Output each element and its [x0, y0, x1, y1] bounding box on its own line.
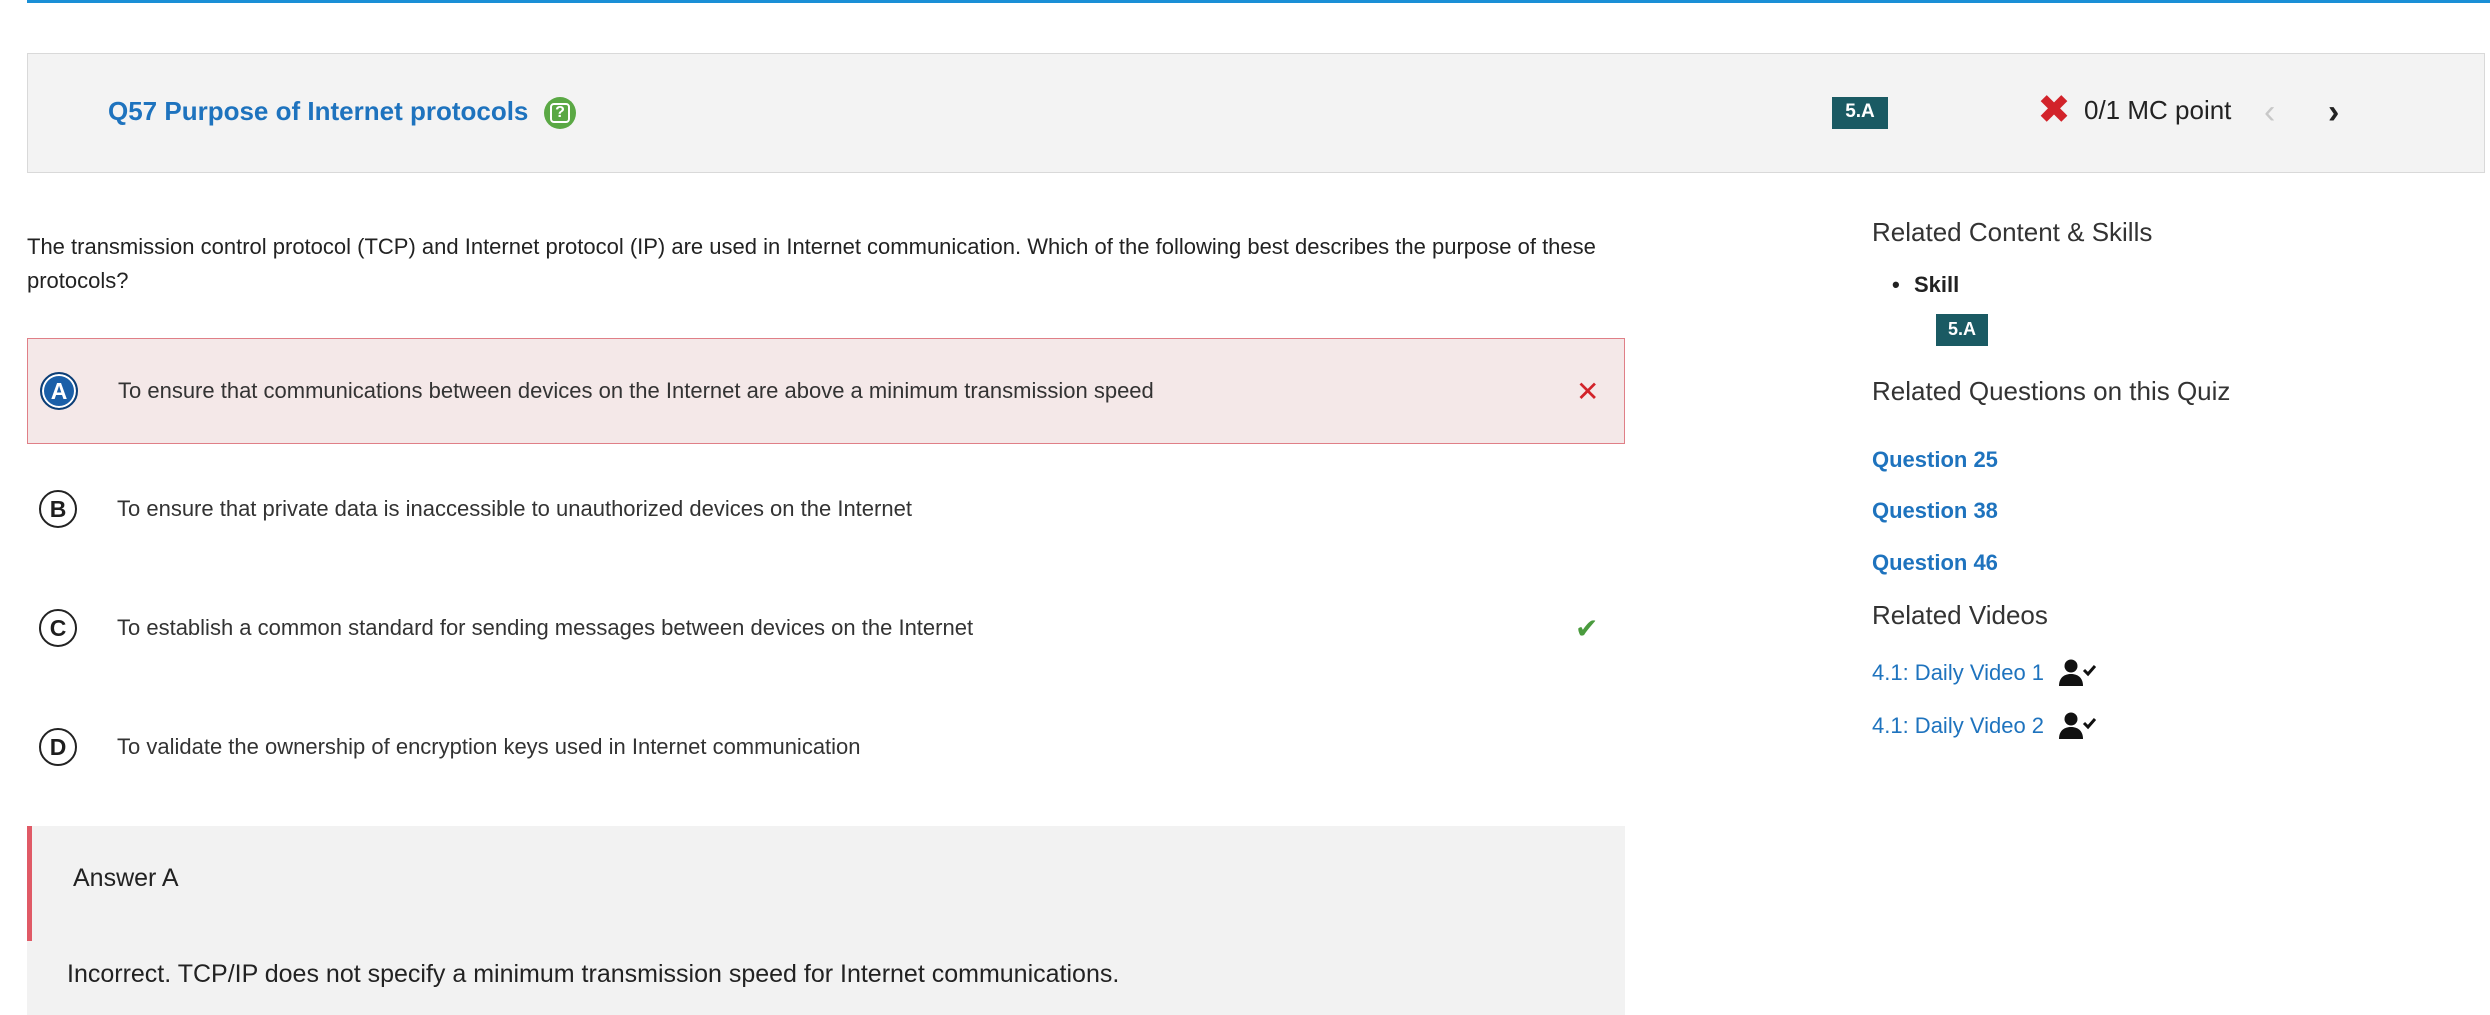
video-link-label: 4.1: Daily Video 2 [1872, 713, 2045, 738]
x-icon: ✕ [1576, 375, 1600, 407]
choice-letter: C [39, 609, 77, 647]
choice-c[interactable]: C To establish a common standard for sen… [27, 575, 1625, 681]
score: ✖ 0/1 MC point [2034, 90, 2231, 130]
top-rule [27, 0, 2490, 3]
video-link-2[interactable]: 4.1: Daily Video 2 [1872, 711, 2097, 741]
skill-label: Skill [1892, 272, 1959, 298]
choice-text: To ensure that private data is inaccessi… [117, 496, 912, 521]
check-icon: ✔ [1575, 612, 1599, 644]
related-question-link[interactable]: Question 46 [1872, 550, 1998, 576]
answer-text: Incorrect. TCP/IP does not specify a min… [67, 960, 1120, 988]
answer-title: Answer A [73, 864, 179, 892]
chevron-right-icon[interactable]: › [2328, 92, 2339, 132]
choice-text: To establish a common standard for sendi… [117, 615, 974, 640]
chevron-left-icon[interactable]: ‹ [2264, 92, 2275, 132]
choice-b[interactable]: B To ensure that private data is inacces… [27, 456, 1625, 562]
choice-letter: A [40, 372, 78, 410]
choice-a[interactable]: A To ensure that communications between … [27, 338, 1625, 444]
related-question-link[interactable]: Question 25 [1872, 447, 1998, 473]
person-check-icon [2059, 659, 2097, 686]
video-link-label: 4.1: Daily Video 1 [1872, 660, 2045, 685]
choice-letter: D [39, 728, 77, 766]
question-title[interactable]: Q57 Purpose of Internet protocols [108, 94, 528, 128]
skill-badge: 5.A [1832, 97, 1888, 129]
related-content-heading: Related Content & Skills [1872, 217, 2153, 247]
sidebar-skill-badge[interactable]: 5.A [1936, 314, 1988, 346]
x-mark-icon: ✖ [2037, 88, 2071, 132]
related-question-link[interactable]: Question 38 [1872, 498, 1998, 524]
choice-letter: B [39, 490, 77, 528]
question-stem: The transmission control protocol (TCP) … [27, 234, 1596, 293]
video-link-1[interactable]: 4.1: Daily Video 1 [1872, 658, 2097, 688]
question-header: Q57 Purpose of Internet protocols ? 5.A … [27, 53, 2485, 173]
answer-status-bar [27, 826, 32, 941]
answer-explanation: Answer A Incorrect. TCP/IP does not spec… [27, 826, 1625, 1015]
person-check-icon [2059, 712, 2097, 739]
choice-text: To ensure that communications between de… [118, 378, 1154, 403]
choice-text: To validate the ownership of encryption … [117, 734, 861, 759]
question-mark-glyph: ? [550, 103, 570, 123]
choice-d[interactable]: D To validate the ownership of encryptio… [27, 694, 1625, 800]
related-videos-heading: Related Videos [1872, 600, 2048, 630]
help-icon[interactable]: ? [544, 97, 576, 129]
score-text: 0/1 MC point [2084, 94, 2232, 125]
related-questions-heading: Related Questions on this Quiz [1872, 376, 2231, 406]
